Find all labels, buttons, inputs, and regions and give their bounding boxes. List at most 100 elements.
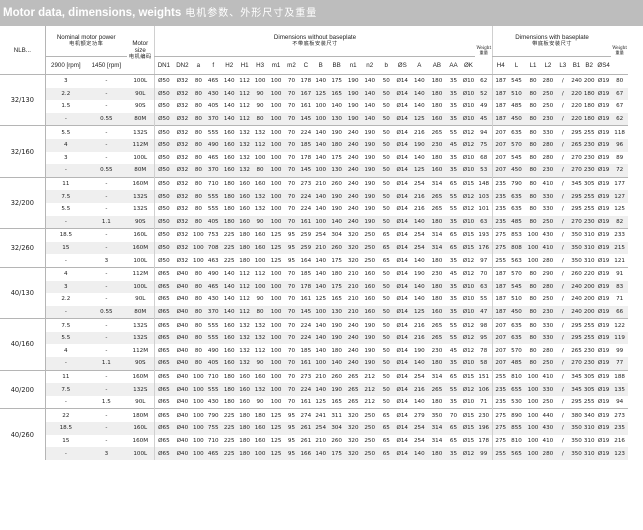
weight-cn-1: 重量 [479, 50, 488, 55]
with-baseplate-header: Dimensions with baseplate 带底板安装尺寸 [492, 26, 611, 57]
table-cell: 190 [361, 357, 378, 371]
table-cell: 570 [508, 138, 525, 152]
table-cell: 1.5 [101, 399, 111, 406]
table-cell: 100 [193, 437, 204, 444]
table-cell: 196 [475, 422, 493, 435]
table-cell: - [85, 73, 127, 88]
table-cell: 635 [508, 190, 525, 203]
table-cell: 635 [508, 318, 525, 332]
table-cell: Ø19 [596, 138, 611, 152]
table-cell: 70 [287, 399, 296, 406]
table-cell: Ø14 [394, 176, 410, 191]
table-cell: 50 [377, 331, 395, 345]
table-cell: 255 [583, 399, 595, 406]
table-cell: 35 [445, 164, 462, 178]
table-cell: 125 [409, 164, 429, 178]
table-cell: 190 [413, 347, 425, 354]
table-cell: 177 [610, 176, 629, 191]
table-cell: - [105, 296, 108, 303]
table-cell: 3 [85, 447, 127, 460]
table-cell: 175 [331, 154, 342, 161]
table-cell: 216 [409, 331, 429, 345]
table-cell: 330 [541, 190, 555, 203]
table-cell: 190 [331, 206, 342, 213]
table-cell: Ø10 [462, 154, 475, 161]
table-cell: 220 [571, 112, 583, 126]
table-cell: 430 [541, 228, 555, 242]
table-cell: Ø65 [153, 357, 174, 371]
pump-model-cell: 32/200 [0, 176, 46, 229]
table-cell: 207 [492, 318, 509, 332]
table-cell: 22 [45, 408, 86, 423]
table-cell: 180 [431, 257, 443, 264]
table-cell: 187 [492, 293, 509, 306]
table-cell: 96 [610, 138, 629, 152]
table-cell: Ø14 [396, 437, 408, 444]
table-row: -1.1 90S Ø50 Ø32 80 405 180 160 90 100 70 161 100 140… [0, 215, 643, 229]
table-cell: 140 [413, 103, 425, 110]
table-cell: 80 [194, 347, 202, 354]
table-cell: 103 [475, 190, 493, 203]
table-cell: Ø40 [173, 408, 192, 423]
table-cell: Ø14 [394, 73, 410, 88]
table-cell: 132 [239, 347, 250, 354]
table-cell: 250 [361, 447, 378, 460]
table-cell: 265 [571, 347, 582, 354]
table-cell: Ø19 [596, 228, 611, 242]
table-cell: 430 [204, 87, 222, 101]
table-cell: 80 [194, 103, 202, 110]
table-cell: 305 [582, 383, 597, 396]
table-cell: Ø19 [597, 437, 610, 444]
table-cell: 80 [524, 176, 542, 191]
table-cell: Ø14 [394, 87, 410, 101]
table-cell: / [554, 357, 572, 371]
table-cell: 95 [287, 257, 296, 264]
dim-header-with: B2 [585, 62, 593, 69]
table-cell: 70 [287, 103, 296, 110]
pump-model-cell: 40/130 [0, 266, 46, 319]
table-cell: 190 [361, 138, 378, 152]
table-cell: 216 [409, 318, 429, 332]
table-cell: 190 [364, 347, 376, 354]
table-cell: 210 [315, 437, 327, 444]
table-cell: 255 [583, 206, 595, 213]
table-cell: 45 [475, 112, 493, 126]
table-cell: 4 [45, 266, 86, 281]
table-cell: 80 [524, 215, 542, 229]
table-cell: 187 [492, 280, 509, 294]
table-cell: 216 [614, 437, 625, 444]
table-cell: 55 [445, 383, 462, 396]
table-cell: 80 [194, 154, 202, 161]
table-cell: 140 [315, 347, 327, 354]
table-cell: 132S [133, 206, 148, 213]
table-cell: 1.5 [61, 103, 71, 110]
table-cell: 295 [571, 190, 583, 203]
table-cell: 65 [445, 241, 462, 255]
table-cell: / [554, 215, 572, 229]
table-cell: 311 [328, 408, 345, 423]
table-cell: 5.5 [61, 206, 71, 213]
table-cell: 855 [508, 422, 525, 435]
table-cell: 100 [267, 369, 285, 384]
table-cell: 50 [377, 280, 395, 294]
table-cell: Ø32 [173, 138, 192, 152]
table-cell: Ø10 [461, 357, 476, 371]
table-cell: Ø15 [461, 369, 476, 384]
table-cell: 80 [524, 266, 542, 281]
table-cell: 250 [541, 87, 555, 101]
table-cell: Ø12 [461, 190, 476, 203]
table-cell: 210 [312, 241, 329, 255]
table-cell: 200 [583, 296, 595, 303]
table-cell: 563 [511, 257, 522, 264]
table-cell: 100 [193, 399, 204, 406]
table-cell: Ø50 [153, 73, 174, 88]
table-cell: - [45, 357, 86, 371]
table-cell: 80 [529, 296, 537, 303]
table-cell: 100 [267, 357, 285, 371]
table-cell: 265 [344, 369, 362, 384]
table-cell: - [64, 399, 67, 406]
table-cell: 132 [252, 318, 268, 332]
table-cell: 140 [331, 103, 342, 110]
table-cell: Ø19 [596, 383, 611, 396]
table-row: 15-160M Ø65 Ø40 100 710 225 180 160 125 95 261 210 2… [0, 434, 643, 448]
